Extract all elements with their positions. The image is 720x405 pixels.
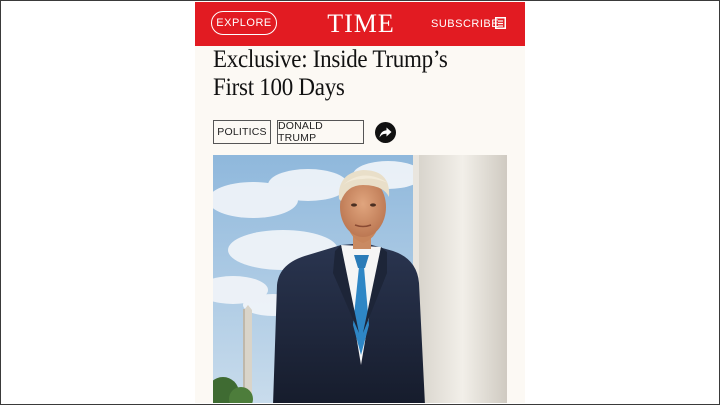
portrait-illustration <box>213 155 507 403</box>
hero-photo[interactable] <box>213 155 507 403</box>
time-logo[interactable]: TIME <box>323 9 399 39</box>
tag-donald-trump[interactable]: DONALD TRUMP <box>277 120 364 144</box>
subscribe-link[interactable]: SUBSCRIBE <box>431 16 499 32</box>
article-headline: Exclusive: Inside Trump’s First 100 Days <box>213 46 489 102</box>
share-button[interactable] <box>375 122 396 143</box>
headline-line-1: Exclusive: Inside Trump’s <box>213 46 448 73</box>
share-arrow-icon <box>379 127 392 138</box>
explore-button[interactable]: EXPLORE <box>211 11 277 35</box>
tag-politics[interactable]: POLITICS <box>213 120 271 144</box>
top-nav-bar: EXPLORE TIME SUBSCRIBE <box>195 2 525 46</box>
headline-line-2: First 100 Days <box>213 74 345 101</box>
mobile-viewport: EXPLORE TIME SUBSCRIBE Exclusive: Inside… <box>195 2 525 403</box>
magazine-icon[interactable] <box>495 17 506 29</box>
